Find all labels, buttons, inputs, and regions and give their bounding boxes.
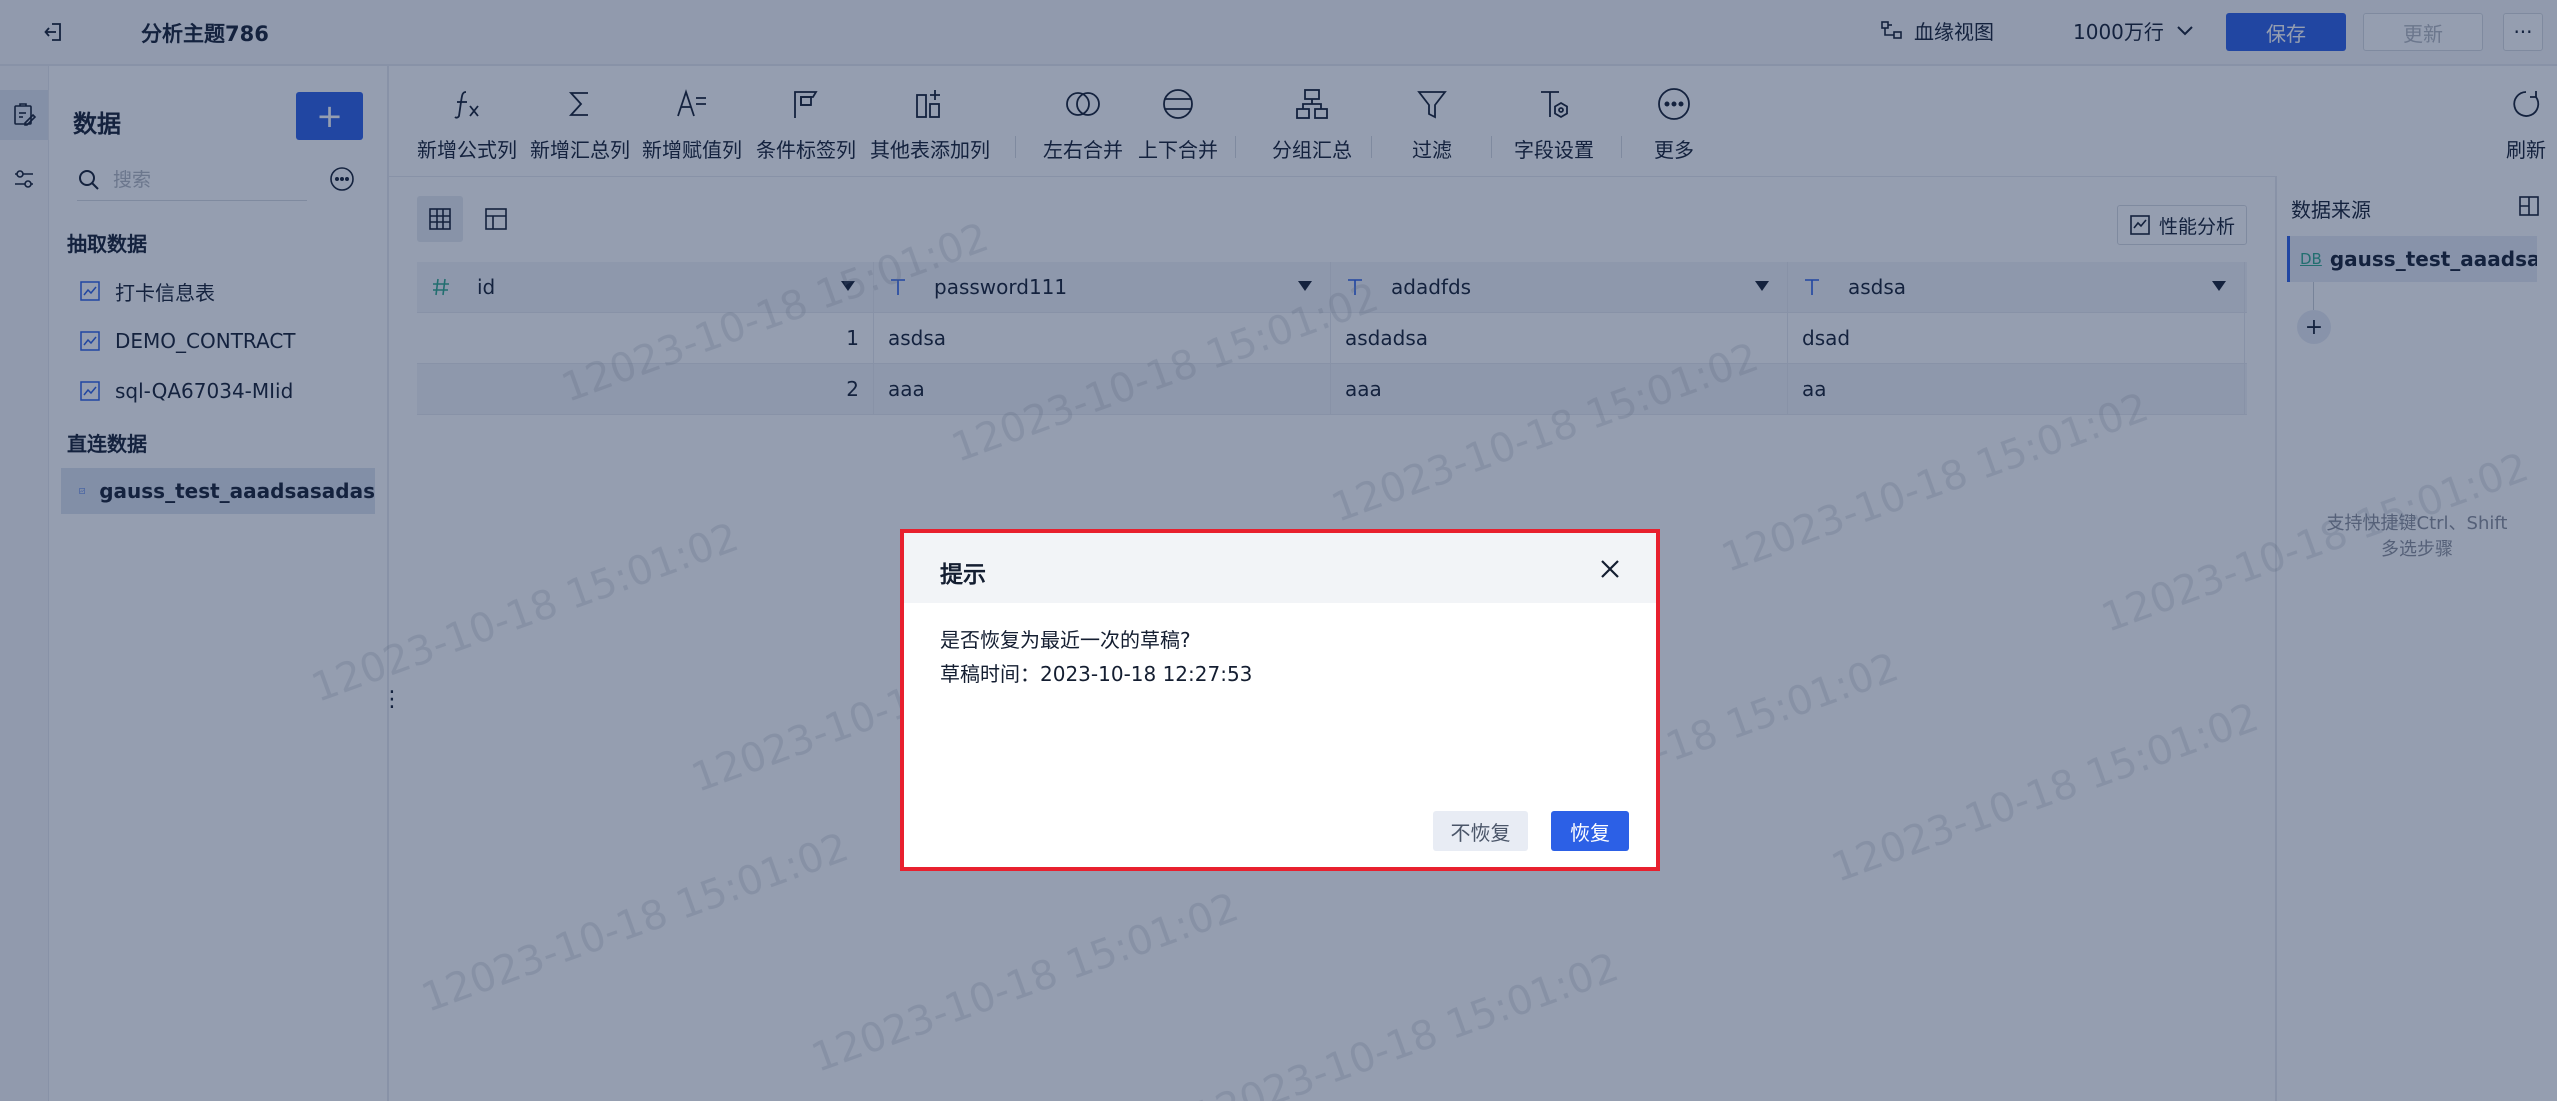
close-icon[interactable] [1598, 557, 1622, 581]
dialog-draft-time: 草稿时间：2023-10-18 12:27:53 [940, 662, 1253, 686]
dialog-body: 是否恢复为最近一次的草稿? 草稿时间：2023-10-18 12:27:53 [940, 623, 1252, 691]
dialog-title: 提示 [940, 562, 986, 588]
do-not-restore-button[interactable]: 不恢复 [1433, 811, 1528, 851]
app-window: 分析主题786 血缘视图 1000万行 保存 更新 ··· 数据 + 搜索 抽取… [0, 0, 2557, 1101]
dialog-message: 是否恢复为最近一次的草稿? [940, 628, 1191, 652]
dialog-header: 提示 [904, 533, 1656, 603]
restore-button[interactable]: 恢复 [1551, 811, 1629, 851]
restore-draft-dialog: 提示 是否恢复为最近一次的草稿? 草稿时间：2023-10-18 12:27:5… [900, 529, 1660, 871]
